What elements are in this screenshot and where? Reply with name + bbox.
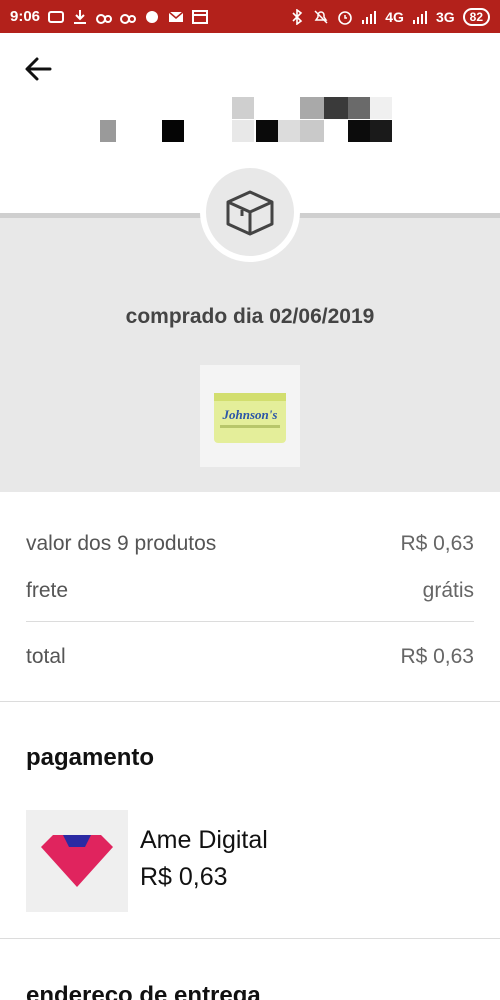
download-icon bbox=[72, 9, 88, 25]
total-row: total R$ 0,63 bbox=[26, 645, 474, 669]
shipping-row: frete grátis bbox=[26, 579, 474, 603]
status-time: 9:06 bbox=[10, 8, 41, 25]
shipping-amount: grátis bbox=[422, 579, 474, 602]
package-badge bbox=[200, 162, 300, 262]
total-label: total bbox=[26, 645, 66, 668]
bluetooth-icon bbox=[289, 7, 305, 26]
alarm-icon bbox=[337, 9, 353, 25]
product-thumbnail[interactable]: Johnson's bbox=[200, 365, 300, 467]
products-value-row: valor dos 9 produtos R$ 0,63 bbox=[26, 532, 474, 556]
products-value-label: valor dos 9 produtos bbox=[26, 532, 217, 555]
payment-method-name: Ame Digital bbox=[140, 826, 268, 854]
network-type-label: 3G bbox=[435, 8, 455, 25]
app-notification-icon bbox=[96, 9, 113, 25]
payment-method-logo bbox=[26, 810, 128, 912]
mute-icon bbox=[313, 9, 329, 25]
summary-divider bbox=[26, 621, 474, 622]
status-bar: 9:06 4G 3G 82 bbox=[0, 0, 500, 33]
product-image: Johnson's bbox=[214, 393, 286, 443]
section-divider bbox=[0, 701, 500, 702]
ame-logo-icon bbox=[41, 835, 113, 887]
mail-icon bbox=[168, 9, 184, 25]
delivery-section-title: endereço de entrega bbox=[26, 982, 261, 1000]
products-value-amount: R$ 0,63 bbox=[400, 532, 474, 555]
purchase-date-label: comprado dia 02/06/2019 bbox=[125, 305, 375, 328]
total-amount: R$ 0,63 bbox=[400, 645, 474, 668]
calendar-icon bbox=[192, 9, 209, 25]
section-divider bbox=[0, 938, 500, 939]
payment-section-title: pagamento bbox=[26, 744, 155, 771]
notification-icon bbox=[48, 9, 65, 25]
battery-indicator: 82 bbox=[462, 7, 490, 26]
recycle-icon bbox=[144, 9, 160, 25]
signal-icon bbox=[361, 9, 377, 25]
shipping-label: frete bbox=[26, 579, 69, 602]
payment-method-amount: R$ 0,63 bbox=[140, 863, 228, 891]
back-arrow-icon[interactable] bbox=[20, 51, 56, 87]
signal-icon bbox=[412, 9, 428, 25]
product-brand-text: Johnson's bbox=[222, 407, 278, 422]
network-type-label: 4G bbox=[385, 8, 404, 25]
package-icon bbox=[226, 190, 274, 236]
app-notification-icon bbox=[120, 9, 137, 25]
